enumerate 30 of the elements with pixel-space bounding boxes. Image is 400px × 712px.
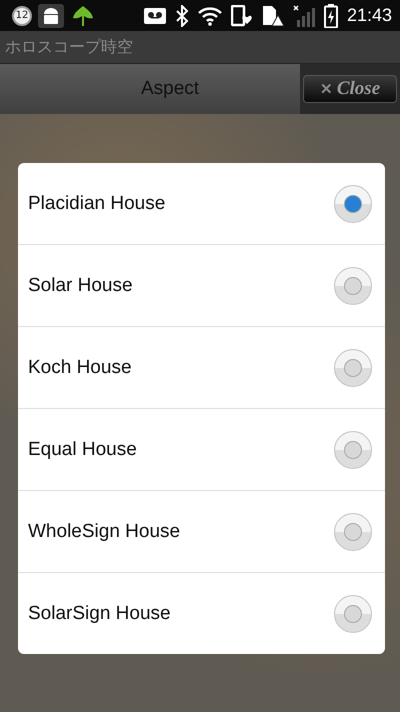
radio-button[interactable] — [334, 184, 372, 222]
house-option[interactable]: WholeSign House — [18, 491, 385, 572]
option-label: WholeSign House — [28, 520, 180, 542]
option-label: Koch House — [28, 356, 132, 378]
app-title: ホロスコープ時空 — [5, 36, 133, 58]
house-option[interactable]: Koch House — [18, 327, 385, 408]
notification-count: 12 — [12, 6, 32, 26]
house-option[interactable]: Placidian House — [18, 163, 385, 244]
house-option[interactable]: Equal House — [18, 409, 385, 490]
option-label: Equal House — [28, 438, 137, 460]
phone-heart-icon — [230, 4, 253, 26]
option-label: Placidian House — [28, 192, 166, 214]
voicemail-icon — [144, 8, 166, 24]
sd-card-warning-icon — [262, 4, 284, 26]
radio-button[interactable] — [334, 348, 372, 386]
wifi-icon — [198, 6, 222, 26]
radio-button[interactable] — [334, 512, 372, 550]
bluetooth-icon — [174, 4, 189, 26]
house-option[interactable]: SolarSign House — [18, 573, 385, 654]
option-label: SolarSign House — [28, 602, 171, 624]
close-button[interactable]: ✕ Close — [303, 75, 397, 103]
option-label: Solar House — [28, 274, 133, 296]
battery-icon — [324, 4, 338, 28]
radio-button[interactable] — [334, 266, 372, 304]
clock-time: 21:43 — [346, 5, 392, 26]
house-option[interactable]: Solar House — [18, 245, 385, 326]
screen-title: Aspect — [140, 78, 200, 100]
signal-icon — [292, 4, 315, 26]
radio-button[interactable] — [334, 430, 372, 468]
radio-button[interactable] — [334, 594, 372, 632]
